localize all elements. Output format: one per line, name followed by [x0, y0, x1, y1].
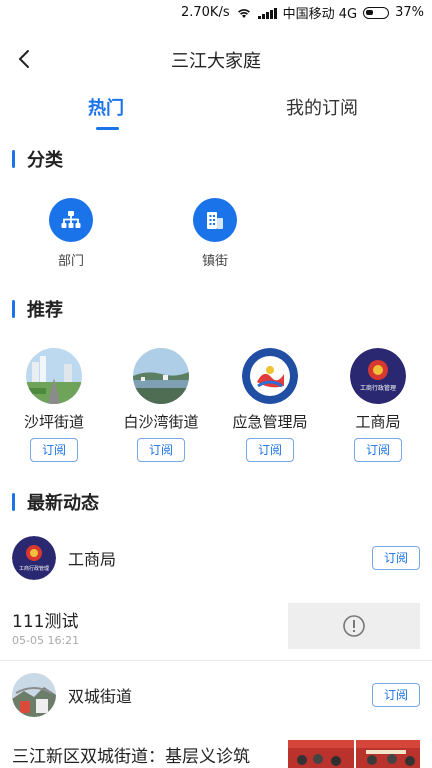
logo-text: 工商行政管理	[19, 565, 49, 572]
category-label: 镇街	[201, 254, 228, 269]
subscribe-button[interactable]: 订阅	[354, 438, 402, 462]
org-chart-icon	[49, 198, 93, 242]
avatar	[26, 348, 82, 404]
post-time: 05-05 16:21	[12, 634, 80, 647]
recommend-item[interactable]: 应急管理局 订阅	[220, 348, 320, 462]
post-title[interactable]: 三江新区双城街道：基层义诊筑	[12, 742, 250, 767]
avatar	[133, 348, 189, 404]
tab-active-indicator	[96, 127, 119, 130]
section-latest-news: 最新动态	[12, 489, 99, 515]
recommend-item[interactable]: 工商行政管理 工商局 订阅	[328, 348, 428, 462]
battery-level: 37%	[395, 5, 424, 20]
recommend-item[interactable]: 白沙湾街道 订阅	[111, 348, 211, 462]
section-title: 推荐	[27, 300, 63, 321]
subscribe-button[interactable]: 订阅	[30, 438, 78, 462]
signal-icon	[257, 7, 277, 19]
post-source[interactable]: 双城街道	[12, 673, 132, 717]
divider	[0, 660, 432, 661]
subscribe-button[interactable]: 订阅	[137, 438, 185, 462]
tab-my-subscriptions[interactable]: 我的订阅	[286, 94, 358, 120]
tab-bar: 热门 我的订阅	[0, 94, 432, 134]
section-marker	[12, 300, 15, 318]
post-thumbnail[interactable]	[288, 603, 420, 649]
recommend-name: 工商局	[355, 413, 401, 431]
section-categories: 分类	[12, 146, 63, 172]
section-marker	[12, 150, 15, 168]
avatar: 工商行政管理	[350, 348, 406, 404]
subscribe-button[interactable]: 订阅	[372, 546, 420, 570]
post-thumbnail[interactable]	[288, 740, 420, 768]
section-marker	[12, 493, 15, 511]
logo-text: 工商行政管理	[360, 384, 396, 392]
battery-icon	[363, 6, 390, 19]
post-title[interactable]: 111测试	[12, 607, 78, 632]
subscribe-button[interactable]: 订阅	[246, 438, 294, 462]
nav-bar: 三江大家庭	[0, 40, 432, 80]
section-title: 分类	[27, 150, 63, 171]
network-speed: 2.70K/s	[180, 5, 230, 20]
section-title: 最新动态	[27, 493, 99, 514]
category-label: 部门	[57, 254, 84, 269]
tab-hot[interactable]: 热门	[88, 94, 124, 120]
recommend-item[interactable]: 沙坪街道 订阅	[4, 348, 104, 462]
section-recommend: 推荐	[12, 296, 63, 322]
category-department[interactable]: 部门	[31, 198, 111, 269]
subscribe-button[interactable]: 订阅	[372, 683, 420, 707]
avatar	[242, 348, 298, 404]
category-town-street[interactable]: 镇街	[175, 198, 255, 269]
source-name: 双城街道	[68, 687, 133, 706]
buildings-icon	[193, 198, 237, 242]
source-name: 工商局	[68, 550, 117, 569]
status-bar: 2.70K/s 中国移动 4G 37%	[0, 0, 432, 24]
wifi-icon	[237, 8, 250, 18]
avatar	[12, 673, 56, 717]
recommend-name: 应急管理局	[232, 413, 308, 431]
avatar: 工商行政管理	[12, 536, 56, 580]
page-title: 三江大家庭	[171, 51, 261, 72]
post-source[interactable]: 工商行政管理 工商局	[12, 536, 116, 580]
carrier-label: 中国移动 4G	[282, 7, 358, 22]
alert-circle-icon	[343, 615, 365, 637]
recommend-name: 沙坪街道	[23, 413, 84, 431]
recommend-name: 白沙湾街道	[123, 413, 199, 431]
